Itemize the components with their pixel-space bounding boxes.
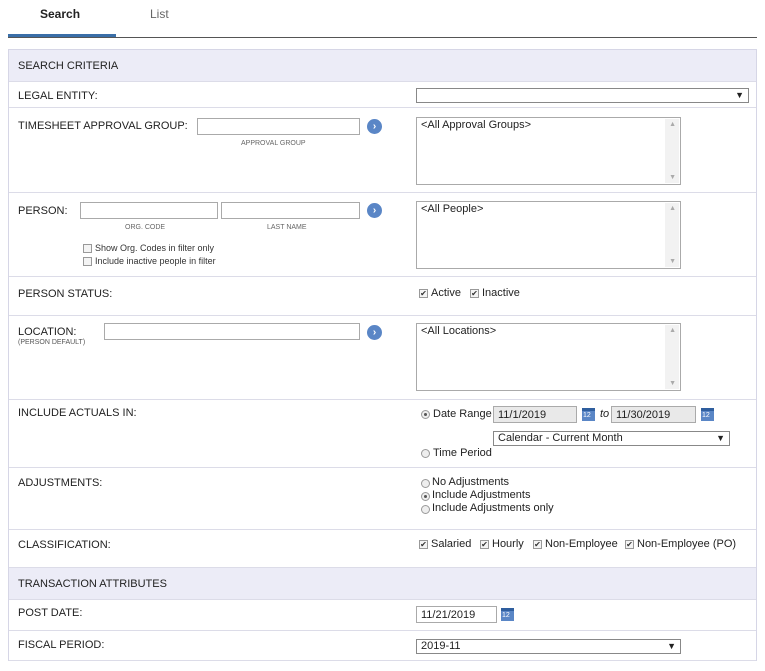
include-adjustments-label: Include Adjustments [432, 489, 531, 501]
include-adjustments-radio[interactable] [421, 492, 430, 501]
inactive-checkbox[interactable]: ✔ [470, 289, 479, 298]
salaried-label: Salaried [431, 538, 472, 550]
to-label: to [600, 408, 610, 420]
location-sublabel: (PERSON DEFAULT) [18, 339, 86, 346]
scroll-down-icon[interactable]: ▼ [669, 380, 676, 387]
scroll-down-icon[interactable]: ▼ [669, 258, 676, 265]
arrow-right-icon[interactable]: › [367, 119, 382, 134]
tab-search[interactable]: Search [40, 7, 80, 21]
fiscal-period-value: 2019-11 [421, 640, 461, 652]
person-status-row: PERSON STATUS: ✔ Active ✔ Inactive [9, 277, 756, 316]
list-item[interactable]: <All Approval Groups> [421, 119, 676, 131]
scroll-up-icon[interactable]: ▲ [669, 205, 676, 212]
date-range-label: Date Range [433, 408, 492, 420]
non-employee-po-checkbox[interactable]: ✔ [625, 540, 634, 549]
active-label: Active [431, 287, 461, 299]
last-name-input[interactable] [221, 202, 360, 219]
time-period-label: Time Period [433, 447, 492, 459]
include-actuals-row: INCLUDE ACTUALS IN: Date Range 11/1/2019… [9, 400, 756, 468]
fiscal-period-label: FISCAL PERIOD: [18, 639, 105, 651]
approval-group-hint: APPROVAL GROUP [241, 140, 306, 147]
show-org-codes-checkbox[interactable] [83, 244, 92, 253]
arrow-right-icon[interactable]: › [367, 325, 382, 340]
post-date-row: POST DATE: 11/21/2019 [9, 600, 756, 631]
to-date-input[interactable]: 11/30/2019 [611, 406, 696, 423]
calendar-icon[interactable] [501, 608, 514, 621]
list-item[interactable]: <All People> [421, 203, 676, 215]
transaction-attributes-header: TRANSACTION ATTRIBUTES [9, 568, 756, 600]
org-code-hint: ORG. CODE [125, 224, 166, 231]
non-employee-label: Non-Employee [545, 538, 618, 550]
tab-bar: Search List [8, 0, 757, 38]
location-row: LOCATION: (PERSON DEFAULT) › <All Locati… [9, 316, 756, 400]
no-adjustments-label: No Adjustments [432, 476, 510, 488]
approval-group-input[interactable] [197, 118, 360, 135]
post-date-input[interactable]: 11/21/2019 [416, 606, 497, 623]
calendar-icon[interactable] [701, 408, 714, 421]
scroll-up-icon[interactable]: ▲ [669, 121, 676, 128]
active-checkbox[interactable]: ✔ [419, 289, 428, 298]
approval-group-row: TIMESHEET APPROVAL GROUP: APPROVAL GROUP… [9, 108, 756, 193]
calendar-icon[interactable] [582, 408, 595, 421]
last-name-hint: LAST NAME [267, 224, 307, 231]
chevron-down-icon: ▼ [716, 433, 725, 443]
location-input[interactable] [104, 323, 360, 340]
no-adjustments-radio[interactable] [421, 479, 430, 488]
active-tab-indicator [8, 34, 116, 37]
approval-group-label: TIMESHEET APPROVAL GROUP: [18, 120, 188, 132]
hourly-checkbox[interactable]: ✔ [480, 540, 489, 549]
adjustments-label: ADJUSTMENTS: [18, 477, 103, 489]
location-label: LOCATION: [18, 326, 77, 338]
include-inactive-checkbox[interactable] [83, 257, 92, 266]
chevron-down-icon: ▼ [735, 90, 744, 100]
include-actuals-label: INCLUDE ACTUALS IN: [18, 407, 137, 419]
fiscal-period-row: FISCAL PERIOD: 2019-11 ▼ [9, 631, 756, 661]
location-list[interactable]: <All Locations> ▲ ▼ [416, 323, 681, 391]
org-code-input[interactable] [80, 202, 218, 219]
classification-row: CLASSIFICATION: ✔ Salaried ✔ Hourly ✔ No… [9, 530, 756, 568]
legal-entity-label: LEGAL ENTITY: [18, 90, 98, 102]
non-employee-po-label: Non-Employee (PO) [637, 538, 737, 550]
list-item[interactable]: <All Locations> [421, 325, 676, 337]
period-select-value: Calendar - Current Month [498, 432, 623, 444]
include-adjustments-only-label: Include Adjustments only [432, 502, 554, 514]
post-date-label: POST DATE: [18, 607, 83, 619]
hourly-label: Hourly [492, 538, 524, 550]
approval-group-list[interactable]: <All Approval Groups> ▲ ▼ [416, 117, 681, 185]
show-org-codes-label: Show Org. Codes in filter only [95, 243, 215, 253]
person-label: PERSON: [18, 205, 68, 217]
legal-entity-select[interactable]: ▼ [416, 88, 749, 103]
chevron-down-icon: ▼ [667, 641, 676, 651]
fiscal-period-select[interactable]: 2019-11 ▼ [416, 639, 681, 654]
salaried-checkbox[interactable]: ✔ [419, 540, 428, 549]
include-adjustments-only-radio[interactable] [421, 505, 430, 514]
time-period-radio[interactable] [421, 449, 430, 458]
tab-list[interactable]: List [150, 7, 169, 21]
non-employee-checkbox[interactable]: ✔ [533, 540, 542, 549]
search-criteria-header: SEARCH CRITERIA [9, 50, 756, 82]
adjustments-row: ADJUSTMENTS: No Adjustments Include Adju… [9, 468, 756, 530]
arrow-right-icon[interactable]: › [367, 203, 382, 218]
legal-entity-row: LEGAL ENTITY: ▼ [9, 82, 756, 108]
inactive-label: Inactive [482, 287, 520, 299]
section-title: TRANSACTION ATTRIBUTES [18, 578, 167, 590]
search-panel: SEARCH CRITERIA LEGAL ENTITY: ▼ TIMESHEE… [8, 49, 757, 661]
period-select[interactable]: Calendar - Current Month ▼ [493, 431, 730, 446]
scroll-up-icon[interactable]: ▲ [669, 327, 676, 334]
include-inactive-label: Include inactive people in filter [95, 256, 216, 266]
section-title: SEARCH CRITERIA [18, 60, 119, 72]
person-status-label: PERSON STATUS: [18, 288, 113, 300]
date-range-radio[interactable] [421, 410, 430, 419]
person-row: PERSON: ORG. CODE LAST NAME › Show Org. … [9, 193, 756, 277]
scroll-down-icon[interactable]: ▼ [669, 174, 676, 181]
from-date-input[interactable]: 11/1/2019 [493, 406, 577, 423]
classification-label: CLASSIFICATION: [18, 539, 111, 551]
person-list[interactable]: <All People> ▲ ▼ [416, 201, 681, 269]
